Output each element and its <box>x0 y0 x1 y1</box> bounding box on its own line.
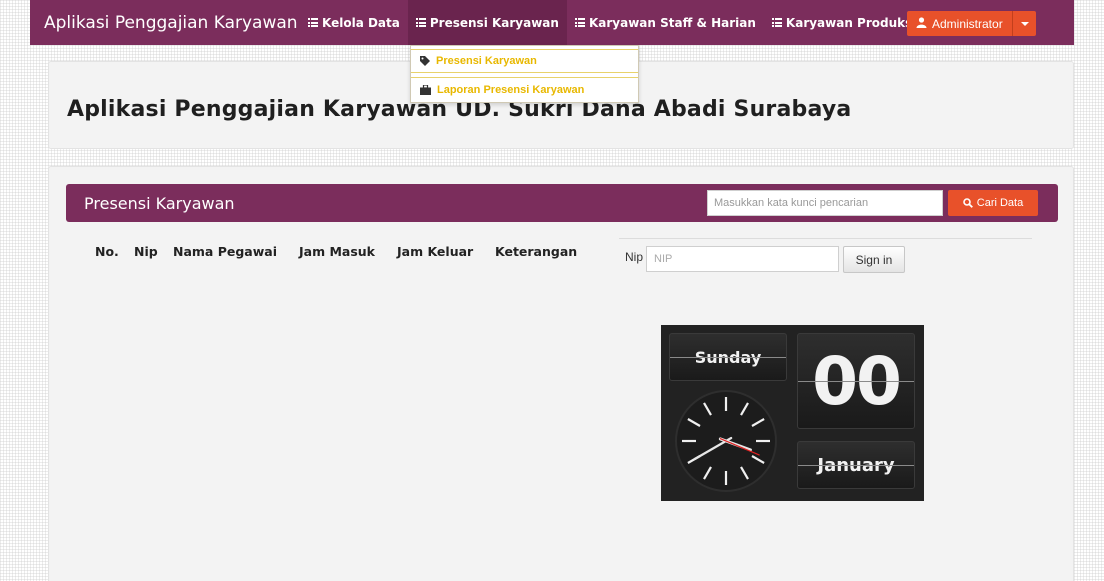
column-header-nip: Nip <box>134 244 158 259</box>
search-placeholder: Masukkan kata kunci pencarian <box>714 197 869 209</box>
clock-date: 00 <box>797 333 915 429</box>
nav-presensi-karyawan[interactable]: Presensi Karyawan <box>407 0 567 45</box>
clock-month: January <box>797 441 915 489</box>
presensi-dropdown-menu: Presensi Karyawan Laporan Presensi Karya… <box>410 45 639 103</box>
nip-label: Nip <box>625 250 644 264</box>
nip-placeholder: NIP <box>654 253 673 265</box>
search-input[interactable]: Masukkan kata kunci pencarian <box>707 190 943 216</box>
list-icon <box>574 18 585 27</box>
analog-clock-icon <box>675 390 777 492</box>
clock-day: Sunday <box>669 333 787 381</box>
search-button[interactable]: Cari Data <box>948 190 1038 216</box>
dropdown-item-label: Laporan Presensi Karyawan <box>437 83 585 96</box>
dropdown-item-presensi-karyawan[interactable]: Presensi Karyawan <box>411 49 638 73</box>
clock-widget: Sunday 00 January <box>661 325 924 501</box>
main-panel: Presensi Karyawan Masukkan kata kunci pe… <box>48 166 1074 581</box>
column-header-keterangan: Keterangan <box>495 244 578 259</box>
list-icon <box>415 18 426 27</box>
list-icon <box>308 18 318 27</box>
divider <box>619 238 1032 239</box>
dropdown-item-label: Presensi Karyawan <box>436 55 537 67</box>
user-icon <box>916 16 927 31</box>
nav-label: Presensi Karyawan <box>429 15 559 30</box>
nav-kelola-data[interactable]: Kelola Data <box>300 0 408 45</box>
dropdown-item-laporan-presensi[interactable]: Laporan Presensi Karyawan <box>411 77 638 101</box>
admin-label: Administrator <box>932 16 1003 31</box>
list-icon <box>771 18 782 27</box>
sign-in-button[interactable]: Sign in <box>843 246 905 273</box>
caret-down-icon <box>1020 21 1029 26</box>
admin-user-button[interactable]: Administrator <box>907 11 1036 36</box>
table-header: No. Nip Nama Pegawai Jam Masuk Jam Kelua… <box>49 244 589 264</box>
column-header-jam-masuk: Jam Masuk <box>299 244 375 259</box>
column-header-jam-keluar: Jam Keluar <box>397 244 474 259</box>
search-button-label: Cari Data <box>976 197 1024 209</box>
column-header-nama-pegawai: Nama Pegawai <box>173 244 277 259</box>
tag-icon <box>420 56 430 66</box>
brand-title[interactable]: Aplikasi Penggajian Karyawan <box>30 13 300 33</box>
nip-input[interactable]: NIP <box>646 246 839 272</box>
briefcase-icon <box>420 84 431 95</box>
panel-header: Presensi Karyawan Masukkan kata kunci pe… <box>66 184 1058 222</box>
search-icon <box>962 198 973 208</box>
panel-title: Presensi Karyawan <box>84 194 235 213</box>
column-header-no: No. <box>95 244 119 259</box>
nav-karyawan-staff-harian[interactable]: Karyawan Staff & Harian <box>567 0 764 45</box>
nav-label: Karyawan Staff & Harian <box>588 15 756 30</box>
admin-dropdown-toggle[interactable] <box>1013 11 1036 36</box>
nav-label: Kelola Data <box>322 15 400 30</box>
admin-main-button[interactable]: Administrator <box>907 11 1013 36</box>
